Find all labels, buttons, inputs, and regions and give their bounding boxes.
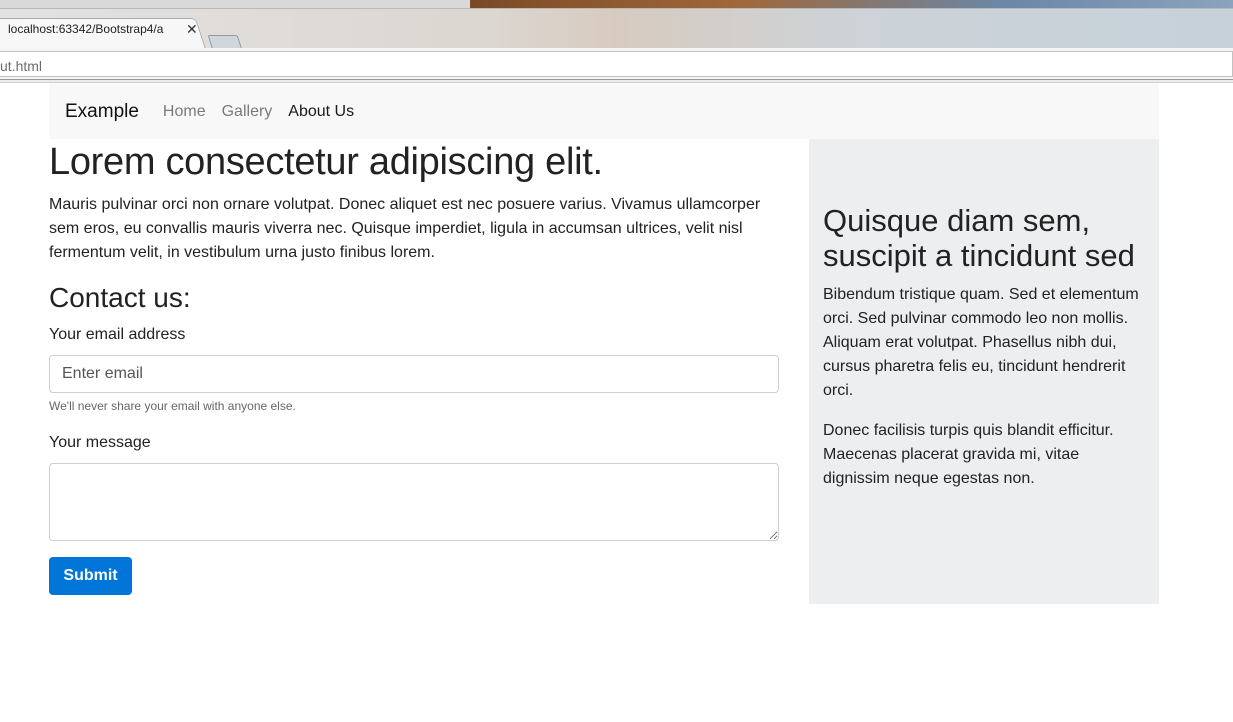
sidebar-paragraph-2: Donec facilisis turpis quis blandit effi… <box>823 422 1114 487</box>
sidebar-title: Quisque diam sem, suscipit a tincidunt s… <box>823 203 1135 273</box>
nav-link-home[interactable]: Home <box>163 103 206 121</box>
page-container: Example Home Gallery About Us Lorem cons… <box>49 84 1159 604</box>
new-tab-button[interactable] <box>207 35 243 48</box>
email-field[interactable] <box>49 355 779 393</box>
browser-tab[interactable]: localhost:63342/Bootstrap4/a ✕ <box>0 17 200 41</box>
email-label: Your email address <box>49 326 186 343</box>
chrome-divider <box>0 80 1233 83</box>
url-field[interactable]: ut.html <box>0 51 1233 77</box>
address-bar: ut.html <box>0 48 1233 80</box>
url-text: ut.html <box>0 58 43 74</box>
intro-paragraph: Mauris pulvinar orci non ornare volutpat… <box>49 196 761 261</box>
sidebar-paragraph-1: Bibendum tristique quam. Sed et elementu… <box>823 286 1139 399</box>
close-tab-icon[interactable]: ✕ <box>186 22 198 36</box>
main-column: Lorem consectetur adipiscing elit. Mauri… <box>49 139 809 604</box>
browser-tab-title: localhost:63342/Bootstrap4/a <box>8 22 164 36</box>
submit-button[interactable]: Submit <box>49 557 132 595</box>
contact-form: Your email address We'll never share you… <box>49 325 809 595</box>
content-row: Lorem consectetur adipiscing elit. Mauri… <box>49 139 1159 604</box>
sidebar: Quisque diam sem, suscipit a tincidunt s… <box>809 139 1159 604</box>
navbar: Example Home Gallery About Us <box>49 84 1159 139</box>
navbar-brand[interactable]: Example <box>65 101 139 123</box>
message-label: Your message <box>49 434 151 451</box>
page-headline: Lorem consectetur adipiscing elit. <box>49 141 603 183</box>
nav-link-gallery[interactable]: Gallery <box>222 103 273 121</box>
contact-heading: Contact us: <box>49 282 191 313</box>
message-field[interactable] <box>49 463 779 541</box>
email-help-text: We'll never share your email with anyone… <box>49 399 296 413</box>
nav-link-about-us[interactable]: About Us <box>288 103 354 121</box>
browser-tabstrip-area: localhost:63342/Bootstrap4/a ✕ <box>0 0 1233 48</box>
